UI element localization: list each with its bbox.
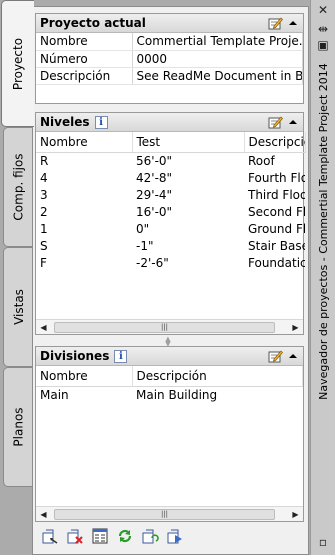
- autohide-icon[interactable]: ⇹: [316, 22, 330, 36]
- level-description: Second Fl: [248, 204, 305, 219]
- close-icon[interactable]: ✕: [316, 3, 330, 17]
- scroll-thumb[interactable]: |||: [54, 509, 275, 520]
- horizontal-scrollbar[interactable]: ◀ ||| ▶: [36, 319, 303, 334]
- level-elevation: 42'-8": [136, 170, 173, 185]
- levels-section: Niveles i Nombre Test Descripció R 56'-0"…: [35, 112, 306, 335]
- levels-table: Nombre Test Descripció R 56'-0" Roof 4 42'-…: [36, 132, 306, 271]
- section-header: Proyecto actual: [36, 14, 303, 33]
- table-header-row: Nombre Test Descripció: [36, 132, 306, 153]
- tab-proyecto[interactable]: Proyecto: [1, 0, 34, 127]
- level-elevation: 56'-0": [136, 153, 173, 168]
- division-description: Main Building: [136, 387, 218, 402]
- level-description: Third Floo: [248, 187, 305, 202]
- column-header[interactable]: Nombre: [36, 366, 133, 387]
- property-value[interactable]: 0000: [132, 50, 303, 68]
- level-description: Fourth Flo: [248, 170, 305, 185]
- tab-label: Planos: [11, 407, 26, 447]
- level-elevation: -1": [136, 238, 154, 253]
- palette-title: Navegador de proyectos - Commertial Temp…: [311, 63, 335, 400]
- tab-label: Vistas: [11, 289, 26, 325]
- collapse-icon[interactable]: [288, 351, 298, 361]
- delete-item-icon[interactable]: [65, 526, 85, 546]
- current-project-table: Nombre Commertial Template Proje... Núme…: [36, 33, 303, 85]
- divisions-section: Divisiones i Nombre Descripción Main Mai…: [35, 346, 304, 522]
- level-elevation: 16'-0": [136, 204, 173, 219]
- reindex-icon[interactable]: [140, 526, 160, 546]
- level-description: Stair Base: [248, 238, 305, 253]
- tab-label: Proyecto: [11, 37, 26, 90]
- column-header[interactable]: Descripció: [244, 132, 306, 153]
- refresh-icon[interactable]: [115, 526, 135, 546]
- scroll-right-icon[interactable]: ▶: [288, 507, 303, 522]
- level-name: 4: [40, 170, 48, 185]
- tab-strip: Proyecto Comp. fijos Vistas Planos: [0, 0, 34, 555]
- table-row[interactable]: 2 16'-0" Second Fl: [36, 203, 305, 220]
- table-row[interactable]: Número 0000: [36, 50, 303, 68]
- property-key: Número: [36, 50, 133, 68]
- edit-icon[interactable]: [268, 16, 283, 30]
- horizontal-scrollbar[interactable]: ◀ ||| ▶: [36, 506, 303, 521]
- tab-label: Comp. fijos: [11, 153, 26, 221]
- resize-grip-icon[interactable]: ▫: [316, 535, 330, 549]
- scroll-right-icon[interactable]: ▶: [288, 320, 303, 335]
- repath-icon[interactable]: [165, 526, 185, 546]
- bottom-toolbar: [35, 522, 304, 550]
- property-key: Nombre: [36, 33, 133, 51]
- level-name: 1: [40, 221, 48, 236]
- level-name: R: [40, 153, 49, 168]
- column-header[interactable]: Nombre: [36, 132, 133, 153]
- level-name: F: [40, 255, 47, 270]
- edit-icon[interactable]: [268, 349, 283, 363]
- table-row[interactable]: 3 29'-4" Third Floo: [36, 186, 305, 203]
- section-title: Proyecto actual: [40, 16, 146, 30]
- add-item-icon[interactable]: [40, 526, 60, 546]
- scroll-thumb[interactable]: |||: [54, 322, 275, 333]
- section-header: Divisiones i: [36, 347, 303, 366]
- property-key: Descripción: [36, 67, 133, 85]
- table-row[interactable]: F -2'-6" Foundatic: [36, 254, 305, 271]
- palette-title-text: Navegador de proyectos - Commertial Temp…: [317, 63, 330, 400]
- table-row[interactable]: R 56'-0" Roof: [36, 152, 305, 169]
- divisions-table: Nombre Descripción Main Main Building: [36, 366, 303, 403]
- column-header[interactable]: Descripción: [132, 366, 303, 387]
- division-name: Main: [40, 387, 69, 402]
- tab-vistas[interactable]: Vistas: [3, 247, 33, 367]
- table-row[interactable]: Main Main Building: [36, 386, 303, 403]
- level-elevation: -2'-6": [136, 255, 169, 270]
- section-title: Niveles: [40, 115, 90, 129]
- level-description: Foundatic: [248, 255, 305, 270]
- level-name: 3: [40, 187, 48, 202]
- current-project-section: Proyecto actual Nombre Commertial Templa…: [35, 13, 304, 104]
- properties-icon[interactable]: [90, 526, 110, 546]
- palette-title-bar: ✕ ⇹ ▣ Navegador de proyectos - Commertia…: [310, 0, 335, 555]
- properties-menu-icon[interactable]: ▣: [316, 38, 330, 52]
- property-value[interactable]: See ReadMe Document in B...: [132, 67, 303, 85]
- table-header-row: Nombre Descripción: [36, 366, 303, 387]
- level-elevation: 0": [136, 221, 150, 236]
- property-value[interactable]: Commertial Template Proje...: [132, 33, 303, 51]
- info-icon[interactable]: i: [94, 115, 108, 129]
- level-description: Ground Fl: [248, 221, 305, 236]
- tab-planos[interactable]: Planos: [3, 367, 33, 487]
- table-row[interactable]: Nombre Commertial Template Proje...: [36, 33, 303, 51]
- level-name: 2: [40, 204, 48, 219]
- tab-comp-fijos[interactable]: Comp. fijos: [3, 127, 33, 247]
- table-row[interactable]: Descripción See ReadMe Document in B...: [36, 67, 303, 85]
- table-row[interactable]: 4 42'-8" Fourth Flo: [36, 169, 305, 186]
- section-header: Niveles i: [36, 113, 303, 132]
- info-icon[interactable]: i: [114, 349, 128, 363]
- level-name: S: [40, 238, 48, 253]
- collapse-icon[interactable]: [288, 117, 298, 127]
- collapse-icon[interactable]: [288, 18, 298, 28]
- table-row[interactable]: 1 0" Ground Fl: [36, 220, 305, 237]
- column-header[interactable]: Test: [132, 132, 245, 153]
- project-navigator-panel: Proyecto actual Nombre Commertial Templa…: [32, 6, 309, 555]
- table-row[interactable]: S -1" Stair Base: [36, 237, 305, 254]
- scroll-left-icon[interactable]: ◀: [36, 320, 51, 335]
- section-title: Divisiones: [40, 349, 110, 363]
- edit-icon[interactable]: [268, 115, 283, 129]
- level-description: Roof: [248, 153, 275, 168]
- scroll-left-icon[interactable]: ◀: [36, 507, 51, 522]
- level-elevation: 29'-4": [136, 187, 173, 202]
